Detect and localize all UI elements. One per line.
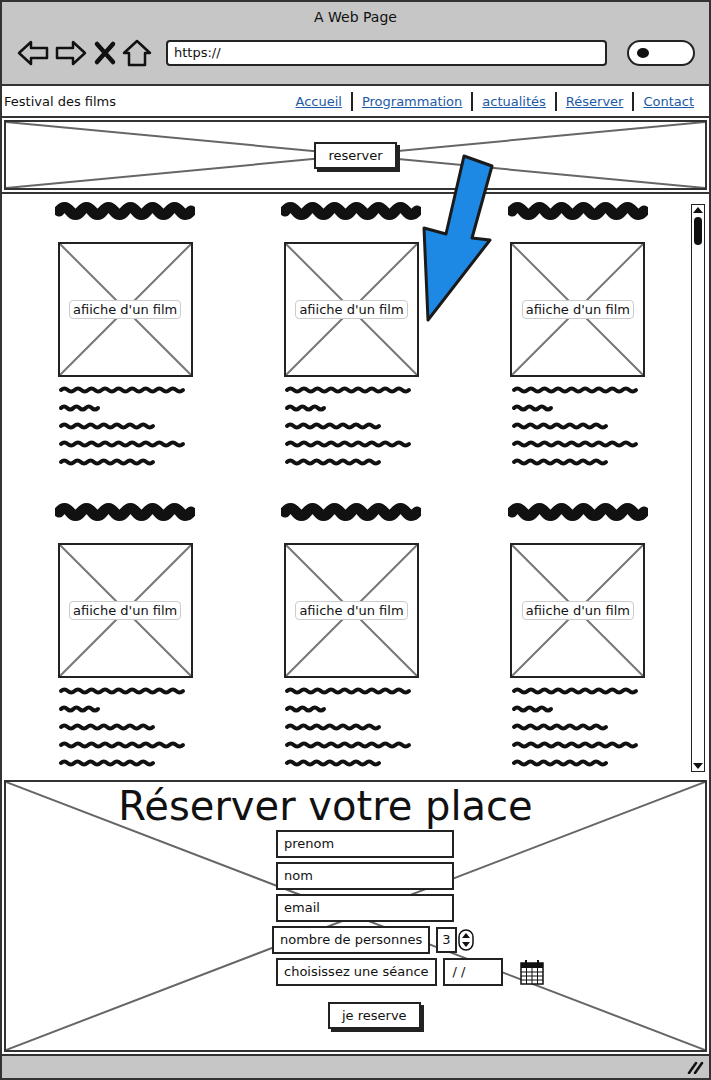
blue-arrow-icon (414, 152, 504, 327)
nav-link[interactable]: Réserver (555, 92, 633, 111)
nav-link[interactable]: Contact (632, 92, 703, 111)
poster-label: afiiche d'un film (69, 300, 181, 319)
film-card[interactable]: afiiche d'un film (465, 198, 691, 477)
poster-label: afiiche d'un film (522, 300, 634, 319)
text-squiggle (57, 453, 193, 471)
resize-grip-icon[interactable] (687, 1060, 705, 1074)
text-squiggle (510, 700, 646, 718)
hero-banner: reserver (4, 120, 707, 190)
text-squiggle (510, 754, 646, 772)
status-bar (2, 1054, 709, 1078)
people-label: nombre de personnes (272, 926, 430, 954)
text-squiggle (510, 453, 646, 471)
film-poster[interactable]: afiiche d'un film (58, 543, 193, 678)
scroll-down-icon[interactable] (692, 761, 704, 771)
film-title-squiggle (55, 198, 195, 224)
film-description (283, 381, 419, 471)
search-field[interactable] (627, 40, 695, 66)
forward-arrow-icon[interactable] (54, 38, 88, 68)
text-squiggle (510, 736, 646, 754)
film-title-squiggle (508, 499, 648, 525)
browser-window: A Web Page https:// Festival des films A… (0, 0, 711, 1080)
film-title-squiggle (508, 198, 648, 224)
film-poster[interactable]: afiiche d'un film (58, 242, 193, 377)
nav-link[interactable]: actualités (471, 92, 555, 111)
film-description (510, 381, 646, 471)
film-card[interactable]: afiiche d'un film (12, 198, 238, 477)
text-squiggle (510, 718, 646, 736)
text-squiggle (283, 381, 419, 399)
film-title-squiggle (281, 499, 421, 525)
poster-label: afiiche d'un film (295, 601, 407, 620)
film-poster[interactable]: afiiche d'un film (510, 242, 645, 377)
hero-reserve-button[interactable]: reserver (314, 142, 396, 169)
nav-link[interactable]: Programmation (351, 92, 471, 111)
film-title-squiggle (281, 198, 421, 224)
poster-label: afiiche d'un film (522, 601, 634, 620)
close-icon[interactable] (92, 38, 118, 68)
text-squiggle (57, 718, 193, 736)
submit-button[interactable]: je reserve (328, 1002, 421, 1029)
text-squiggle (283, 417, 419, 435)
session-date-field[interactable]: / / (443, 958, 503, 986)
search-icon (635, 46, 651, 60)
text-squiggle (57, 700, 193, 718)
booking-title: Réserver votre place (6, 782, 705, 830)
back-arrow-icon[interactable] (16, 38, 50, 68)
film-grid: afiiche d'un film afiiche d'un film afii… (2, 192, 709, 778)
text-squiggle (57, 736, 193, 754)
text-squiggle (510, 682, 646, 700)
booking-section: Réserver votre place prenom nom email nomb… (4, 780, 707, 1052)
scroll-up-icon[interactable] (692, 205, 704, 215)
text-squiggle (283, 399, 419, 417)
film-description (57, 682, 193, 772)
calendar-icon[interactable] (519, 958, 545, 986)
nav-link[interactable]: Accueil (286, 92, 350, 111)
browser-chrome: A Web Page https:// (2, 2, 709, 86)
text-squiggle (283, 453, 419, 471)
film-description (57, 381, 193, 471)
nav-bar: Festival des films AccueilProgrammationa… (2, 86, 709, 118)
site-brand[interactable]: Festival des films (4, 94, 116, 109)
text-squiggle (57, 417, 193, 435)
film-card[interactable]: afiiche d'un film (12, 499, 238, 778)
text-squiggle (283, 435, 419, 453)
stepper-arrows-icon[interactable] (458, 929, 474, 951)
text-squiggle (283, 736, 419, 754)
text-field[interactable]: email (276, 894, 454, 922)
film-card[interactable]: afiiche d'un film (465, 499, 691, 778)
text-squiggle (283, 682, 419, 700)
film-poster[interactable]: afiiche d'un film (510, 543, 645, 678)
text-squiggle (510, 381, 646, 399)
text-squiggle (57, 399, 193, 417)
session-label: choisissez une séance (276, 958, 437, 986)
film-description (283, 682, 419, 772)
film-title-squiggle (55, 499, 195, 525)
people-stepper[interactable]: 3 (436, 927, 473, 953)
text-squiggle (57, 754, 193, 772)
film-poster[interactable]: afiiche d'un film (284, 242, 419, 377)
text-squiggle (57, 435, 193, 453)
text-squiggle (510, 399, 646, 417)
text-squiggle (283, 718, 419, 736)
url-field[interactable]: https:// (166, 40, 607, 66)
poster-label: afiiche d'un film (295, 300, 407, 319)
film-card[interactable]: afiiche d'un film (238, 499, 464, 778)
window-title: A Web Page (16, 8, 695, 26)
text-field[interactable]: prenom (276, 830, 454, 858)
text-field[interactable]: nom (276, 862, 454, 890)
text-squiggle (510, 417, 646, 435)
text-squiggle (510, 435, 646, 453)
text-squiggle (283, 754, 419, 772)
text-squiggle (57, 381, 193, 399)
film-poster[interactable]: afiiche d'un film (284, 543, 419, 678)
film-description (510, 682, 646, 772)
scrollbar[interactable] (691, 204, 705, 772)
poster-label: afiiche d'un film (69, 601, 181, 620)
text-squiggle (57, 682, 193, 700)
text-squiggle (283, 700, 419, 718)
booking-form: prenom nom email nombre de personnes 3 cho… (6, 830, 705, 1029)
scroll-thumb[interactable] (694, 217, 702, 245)
home-icon[interactable] (122, 38, 152, 68)
